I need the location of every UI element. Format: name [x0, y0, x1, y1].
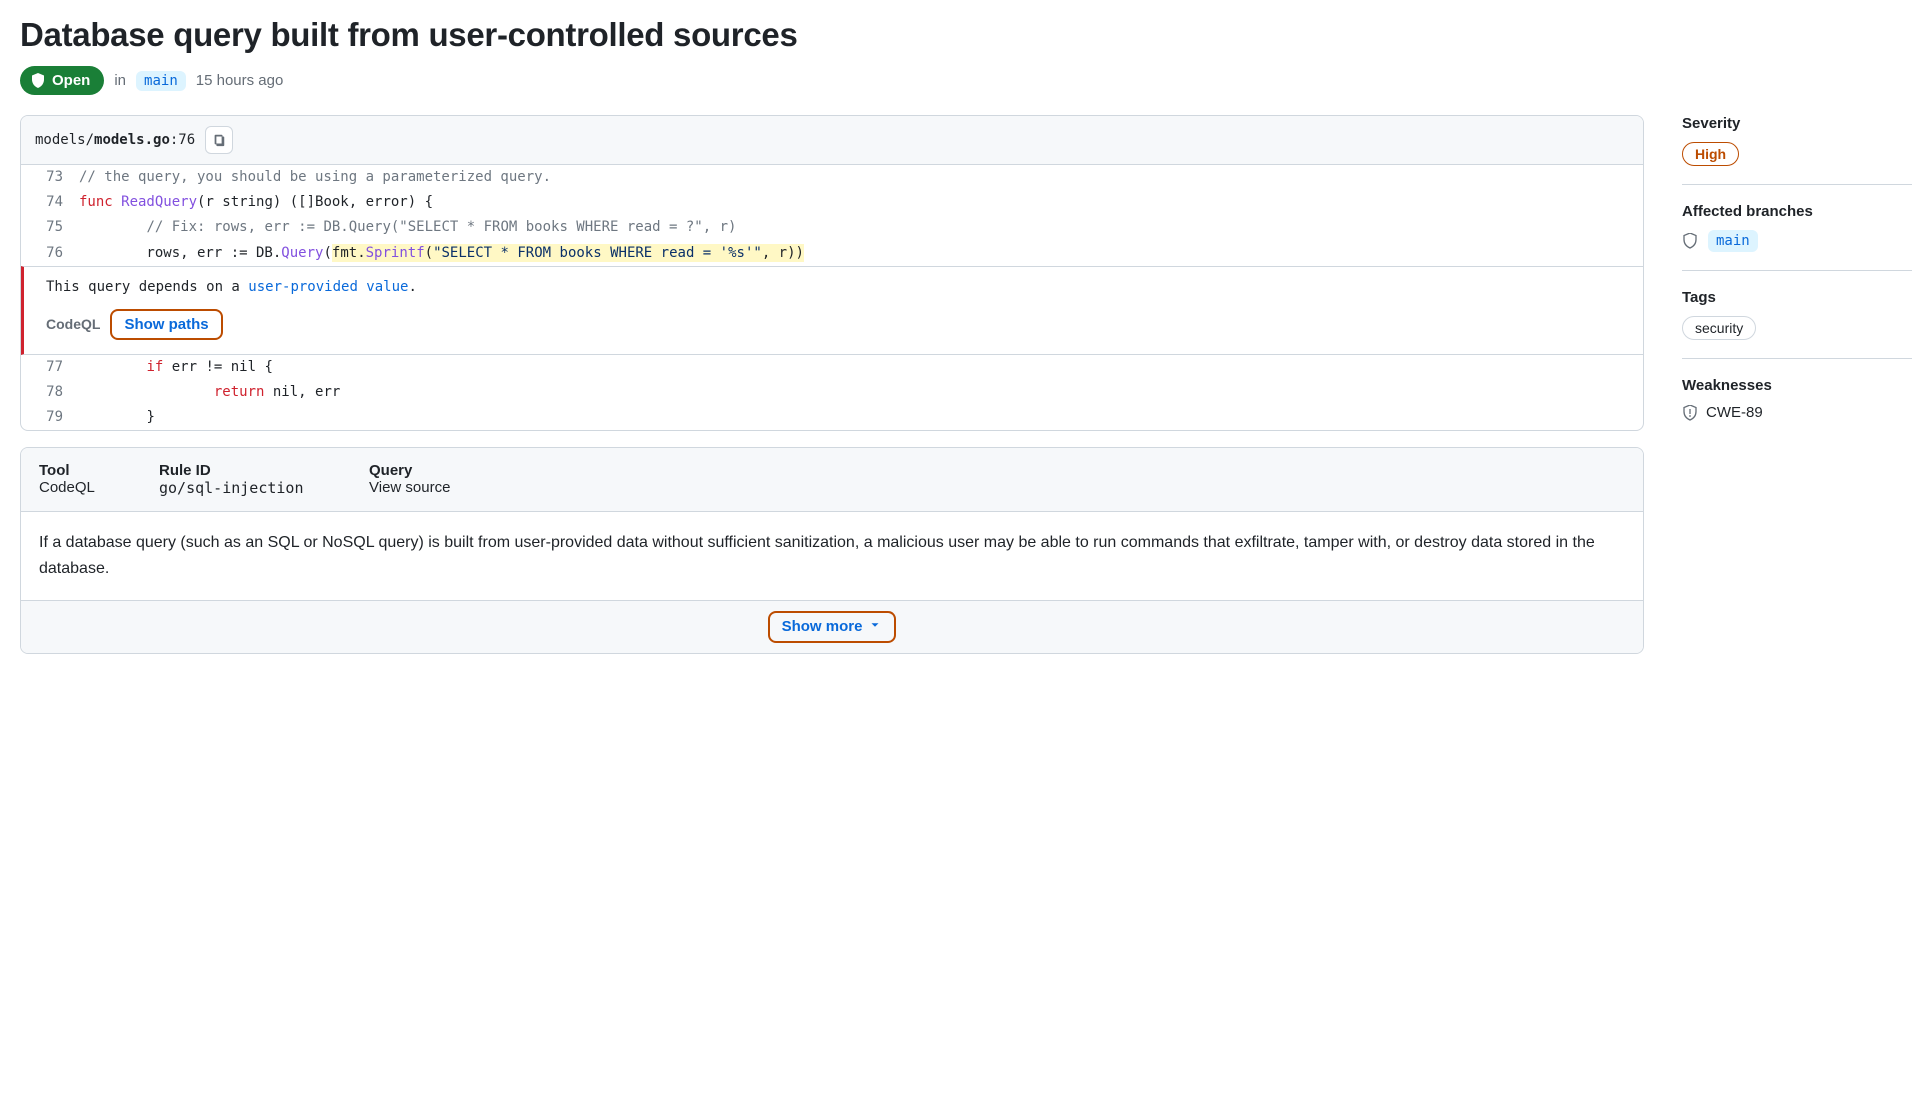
info-rule-h: Rule ID [159, 462, 359, 479]
code-func: ReadQuery [113, 194, 197, 210]
code-text: err != nil { [163, 359, 273, 375]
code-line: 78 return nil, err [21, 380, 1643, 405]
code-line: 76 rows, err := DB.Query(fmt.Sprintf("SE… [21, 241, 1643, 266]
alert-post: . [408, 279, 416, 295]
show-more-row: Show more [21, 600, 1643, 653]
code-text: rows, err := DB. [79, 245, 281, 261]
code-text: } [146, 409, 154, 425]
file-path-header: models/models.go:76 [21, 116, 1643, 165]
code-text: . [357, 245, 365, 261]
status-text: Open [52, 72, 90, 89]
info-panel-head: Tool CodeQL Rule ID go/sql-injection Que… [21, 448, 1643, 512]
line-number: 78 [21, 380, 79, 405]
file-path-prefix: models/ [35, 132, 94, 148]
affected-branch[interactable]: main [1708, 230, 1758, 252]
status-badge: Open [20, 66, 104, 95]
code-line: 75 // Fix: rows, err := DB.Query("SELECT… [21, 215, 1643, 240]
line-number: 75 [21, 215, 79, 240]
code-text: ( [323, 245, 331, 261]
shield-icon [1682, 233, 1698, 249]
show-paths-button[interactable]: Show paths [110, 309, 222, 340]
code-keyword: if [146, 359, 163, 375]
code-text: ( [425, 245, 433, 261]
copy-icon [212, 133, 226, 147]
view-source-link[interactable]: View source [369, 479, 1625, 496]
meta-in: in [114, 72, 126, 89]
show-more-label: Show more [782, 618, 863, 635]
code-block: 73 // the query, you should be using a p… [21, 165, 1643, 430]
highlight: fmt.Sprintf("SELECT * FROM books WHERE r… [332, 244, 804, 262]
code-line: 79 } [21, 405, 1643, 430]
code-comment: // Fix: rows, err := DB.Query("SELECT * … [146, 219, 736, 235]
info-query-h: Query [369, 462, 1625, 479]
weaknesses-heading: Weaknesses [1682, 377, 1912, 394]
code-line: 73 // the query, you should be using a p… [21, 165, 1643, 190]
code-text: (r string) ([]Book, error) { [197, 194, 433, 210]
chevron-down-icon [868, 618, 882, 636]
branch-pill[interactable]: main [136, 71, 186, 91]
code-text: "SELECT * FROM books WHERE read = '%s'" [433, 245, 762, 261]
branches-section: Affected branches main [1682, 203, 1912, 271]
info-rule-v: go/sql-injection [159, 479, 359, 497]
meta-time: 15 hours ago [196, 72, 284, 89]
line-number: 76 [21, 241, 79, 266]
severity-badge: High [1682, 142, 1739, 166]
alert-box: This query depends on a user-provided va… [21, 266, 1643, 355]
weaknesses-section: Weaknesses CWE-89 [1682, 377, 1912, 439]
shield-icon [30, 73, 46, 89]
severity-section: Severity High [1682, 115, 1912, 185]
code-panel: models/models.go:76 73 // the query, you… [20, 115, 1644, 431]
code-text: , r)) [762, 245, 804, 261]
copy-button[interactable] [205, 126, 233, 154]
file-path-suffix: :76 [170, 132, 195, 148]
code-keyword: return [214, 384, 265, 400]
info-tool-h: Tool [39, 462, 149, 479]
tool-label: CodeQL [46, 316, 100, 332]
info-panel: Tool CodeQL Rule ID go/sql-injection Que… [20, 447, 1644, 653]
line-number: 73 [21, 165, 79, 190]
meta-row: Open in main 15 hours ago [20, 66, 1912, 95]
code-keyword: func [79, 194, 113, 210]
line-number: 79 [21, 405, 79, 430]
file-path-bold: models.go [94, 132, 170, 148]
tags-section: Tags security [1682, 289, 1912, 359]
code-line: 74 func ReadQuery(r string) ([]Book, err… [21, 190, 1643, 215]
show-more-button[interactable]: Show more [768, 611, 897, 643]
alert-link[interactable]: user-provided value [248, 279, 408, 295]
page-title: Database query built from user-controlle… [20, 16, 1912, 54]
tag-chip[interactable]: security [1682, 316, 1756, 340]
code-text: fmt [332, 245, 357, 261]
line-number: 74 [21, 190, 79, 215]
code-text: nil, err [264, 384, 340, 400]
code-func: Query [281, 245, 323, 261]
info-tool-v: CodeQL [39, 479, 149, 496]
shield-alert-icon [1682, 405, 1698, 421]
description-text: If a database query (such as an SQL or N… [21, 512, 1643, 599]
severity-heading: Severity [1682, 115, 1912, 132]
branches-heading: Affected branches [1682, 203, 1912, 220]
code-func: Sprintf [366, 245, 425, 261]
code-comment: // the query, you should be using a para… [79, 169, 551, 185]
sidebar: Severity High Affected branches main Tag… [1682, 115, 1912, 457]
alert-pre: This query depends on a [46, 279, 248, 295]
weakness-link[interactable]: CWE-89 [1706, 404, 1763, 421]
alert-text: This query depends on a user-provided va… [46, 279, 1621, 295]
line-number: 77 [21, 355, 79, 380]
tags-heading: Tags [1682, 289, 1912, 306]
main-column: models/models.go:76 73 // the query, you… [20, 115, 1644, 670]
code-line: 77 if err != nil { [21, 355, 1643, 380]
